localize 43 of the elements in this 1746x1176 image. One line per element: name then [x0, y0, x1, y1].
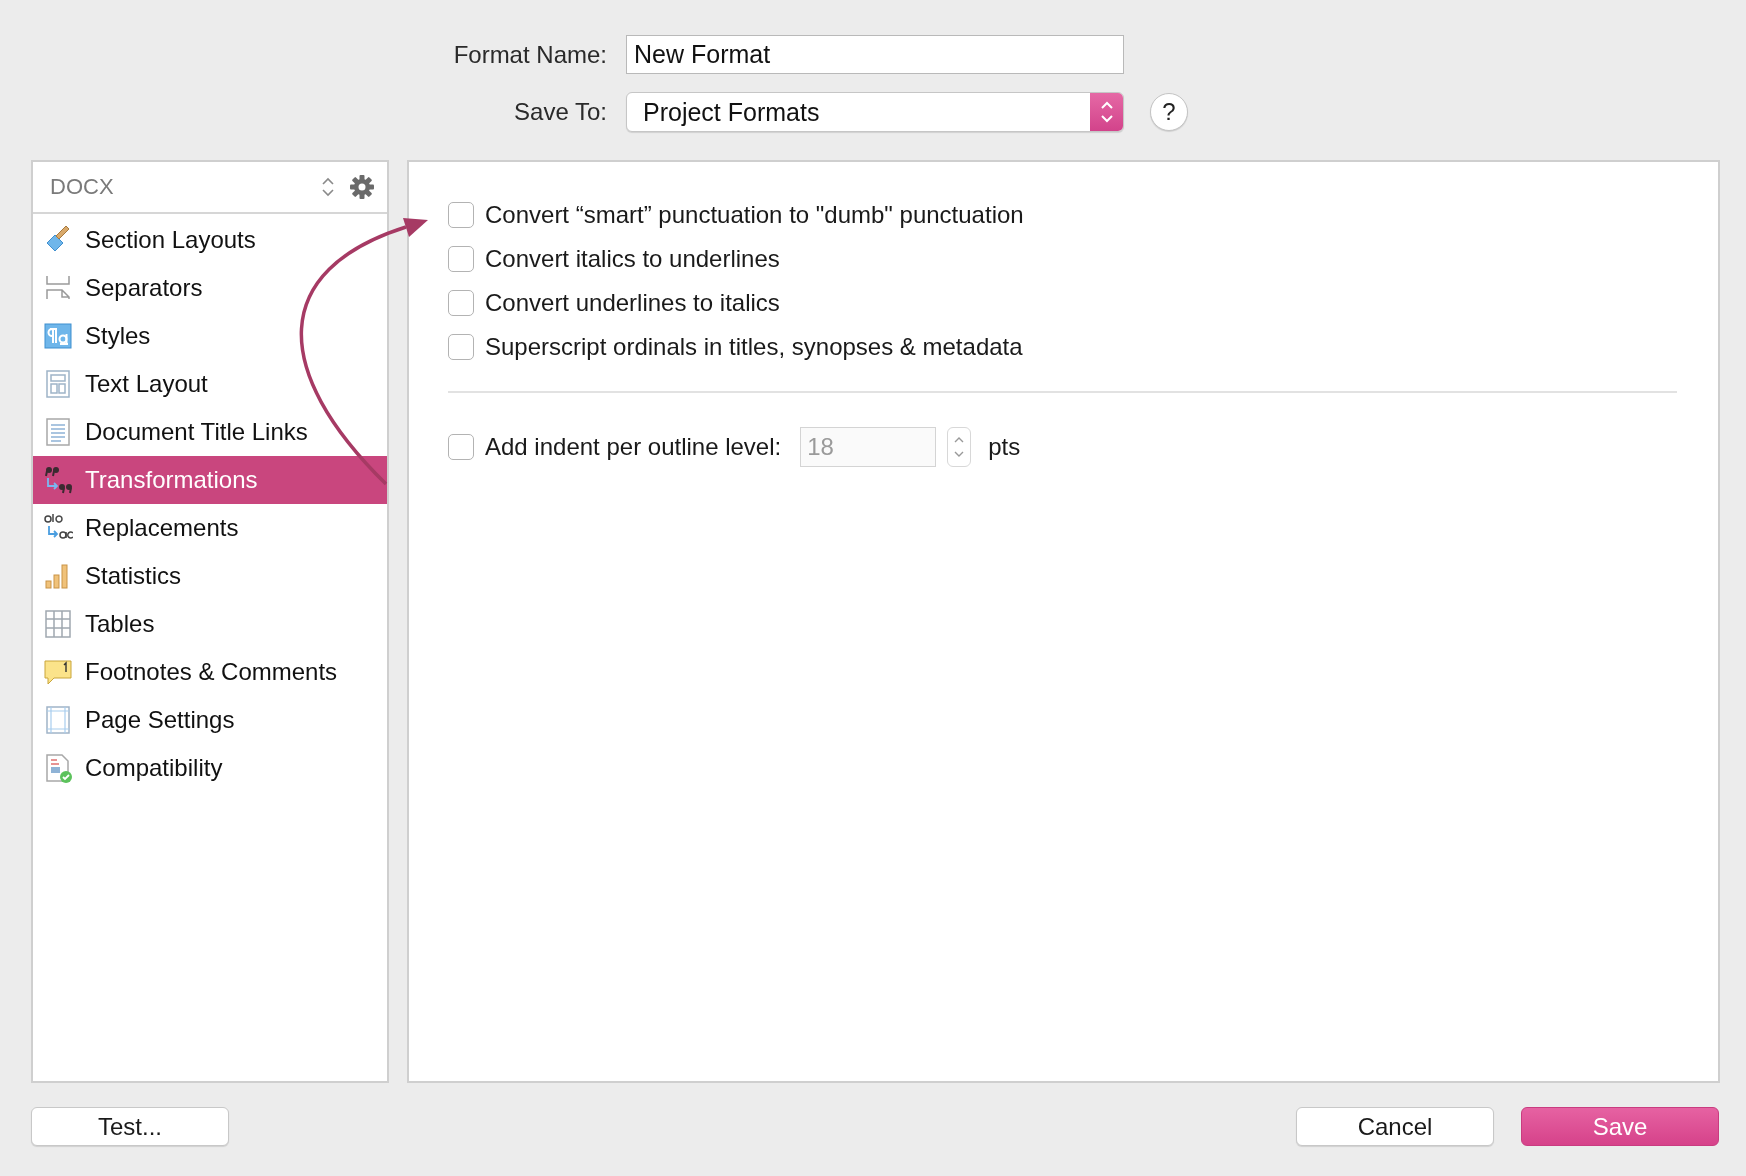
sidebar-item[interactable]: Section Layouts [33, 216, 387, 264]
sidebar-item[interactable]: Statistics [33, 552, 387, 600]
document-icon [43, 417, 73, 447]
sidebar-item[interactable]: Separators [33, 264, 387, 312]
sidebar-item[interactable]: Tables [33, 600, 387, 648]
format-name-field[interactable]: New Format [626, 35, 1124, 74]
dialog-button[interactable]: Cancel [1296, 1107, 1494, 1146]
sidebar-item[interactable]: Styles [33, 312, 387, 360]
save-to-popup[interactable]: Project Formats [626, 92, 1124, 132]
comment-icon [43, 657, 73, 687]
field-label: Save To: [513, 98, 607, 126]
sidebar-item[interactable]: Text Layout [33, 360, 387, 408]
sidebar-item[interactable]: Document Title Links [33, 408, 387, 456]
chevron-updown-icon [321, 176, 335, 198]
table-icon [43, 609, 73, 639]
stepper-icon [1090, 93, 1123, 131]
page-icon [43, 705, 73, 735]
sidebar-item[interactable]: Replacements [33, 504, 387, 552]
checkbox-label: Superscript ordinals in titles, synopses & metadata [485, 333, 1023, 361]
checkbox[interactable] [448, 246, 474, 272]
checkbox[interactable] [448, 290, 474, 316]
format-popup[interactable]: DOCX [33, 162, 387, 214]
sidebar-item[interactable]: Page Settings [33, 696, 387, 744]
checkbox-label: Add indent per outline level: [485, 433, 782, 461]
layout-icon [43, 369, 73, 399]
checkbox-label: Convert underlines to italics [485, 289, 780, 317]
styles-icon [43, 321, 73, 351]
quotes-icon [43, 465, 73, 495]
settings-icon[interactable] [349, 174, 375, 200]
checkbox-label: Convert “smart” punctuation to "dumb" punctuation [485, 201, 1024, 229]
checkbox[interactable] [448, 202, 474, 228]
document-check-icon [43, 753, 73, 783]
sidebar-item[interactable]: Compatibility [33, 744, 387, 792]
unit-label: pts [988, 433, 1021, 461]
help-button[interactable]: ? [1150, 93, 1188, 131]
save-button[interactable]: Save [1521, 1107, 1719, 1146]
sidebar-item[interactable]: Footnotes & Comments [33, 648, 387, 696]
checkbox[interactable] [448, 334, 474, 360]
checkbox-label: Convert italics to underlines [485, 245, 780, 273]
stepper-icon[interactable] [947, 427, 972, 467]
sidebar-item[interactable]: Transformations [33, 456, 387, 504]
field-label: Format Name: [452, 40, 607, 69]
dialog-button[interactable]: Test... [31, 1107, 229, 1146]
